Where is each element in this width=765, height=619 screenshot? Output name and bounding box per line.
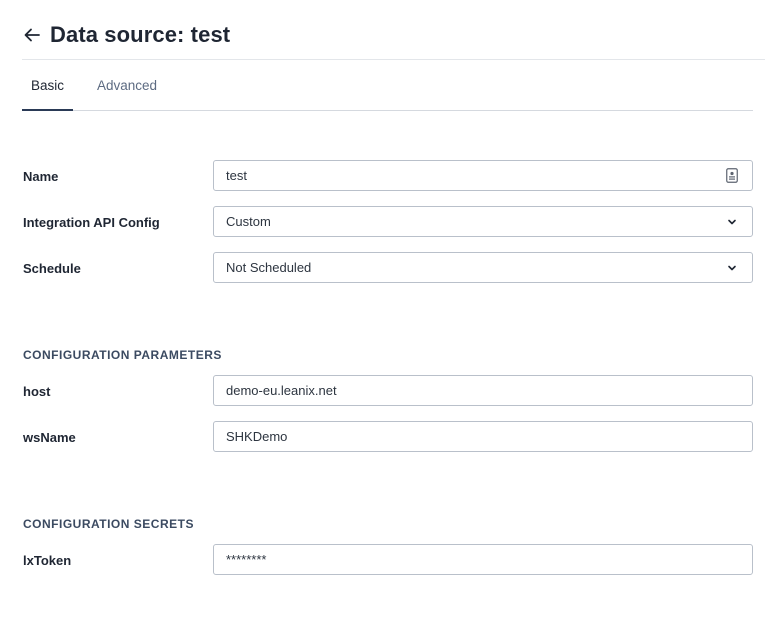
tab-basic[interactable]: Basic — [22, 66, 73, 111]
configuration-secrets-heading: CONFIGURATION SECRETS — [23, 517, 194, 531]
back-button[interactable] — [22, 25, 42, 45]
lxtoken-value: ******** — [226, 552, 267, 567]
page-title: Data source: test — [50, 22, 231, 47]
page-header: Data source: test — [22, 20, 230, 50]
integration-api-config-value: Custom — [226, 214, 271, 229]
wsname-label: wsName — [23, 430, 76, 445]
arrow-left-icon — [24, 28, 40, 42]
integration-api-config-select[interactable]: Custom — [213, 206, 753, 237]
schedule-label: Schedule — [23, 261, 81, 276]
active-tab-indicator — [22, 109, 73, 111]
name-value: test — [226, 168, 247, 183]
header-divider — [22, 59, 765, 60]
schedule-value: Not Scheduled — [226, 260, 312, 275]
integration-api-config-label: Integration API Config — [23, 215, 160, 230]
host-input[interactable]: demo-eu.leanix.net — [213, 375, 753, 406]
chevron-down-icon — [724, 214, 740, 230]
schedule-select[interactable]: Not Scheduled — [213, 252, 753, 283]
name-label: Name — [23, 169, 59, 184]
lxtoken-input[interactable]: ******** — [213, 544, 753, 575]
wsname-input[interactable]: SHKDemo — [213, 421, 753, 452]
tab-bar: Basic Advanced — [22, 66, 753, 111]
tab-advanced[interactable]: Advanced — [97, 66, 157, 111]
lxtoken-label: lxToken — [23, 553, 72, 568]
contact-card-icon[interactable] — [724, 168, 740, 184]
host-value: demo-eu.leanix.net — [226, 383, 337, 398]
host-label: host — [23, 384, 51, 399]
name-input[interactable]: test — [213, 160, 753, 191]
wsname-value: SHKDemo — [226, 429, 288, 444]
chevron-down-icon — [724, 260, 740, 276]
configuration-parameters-heading: CONFIGURATION PARAMETERS — [23, 348, 222, 362]
